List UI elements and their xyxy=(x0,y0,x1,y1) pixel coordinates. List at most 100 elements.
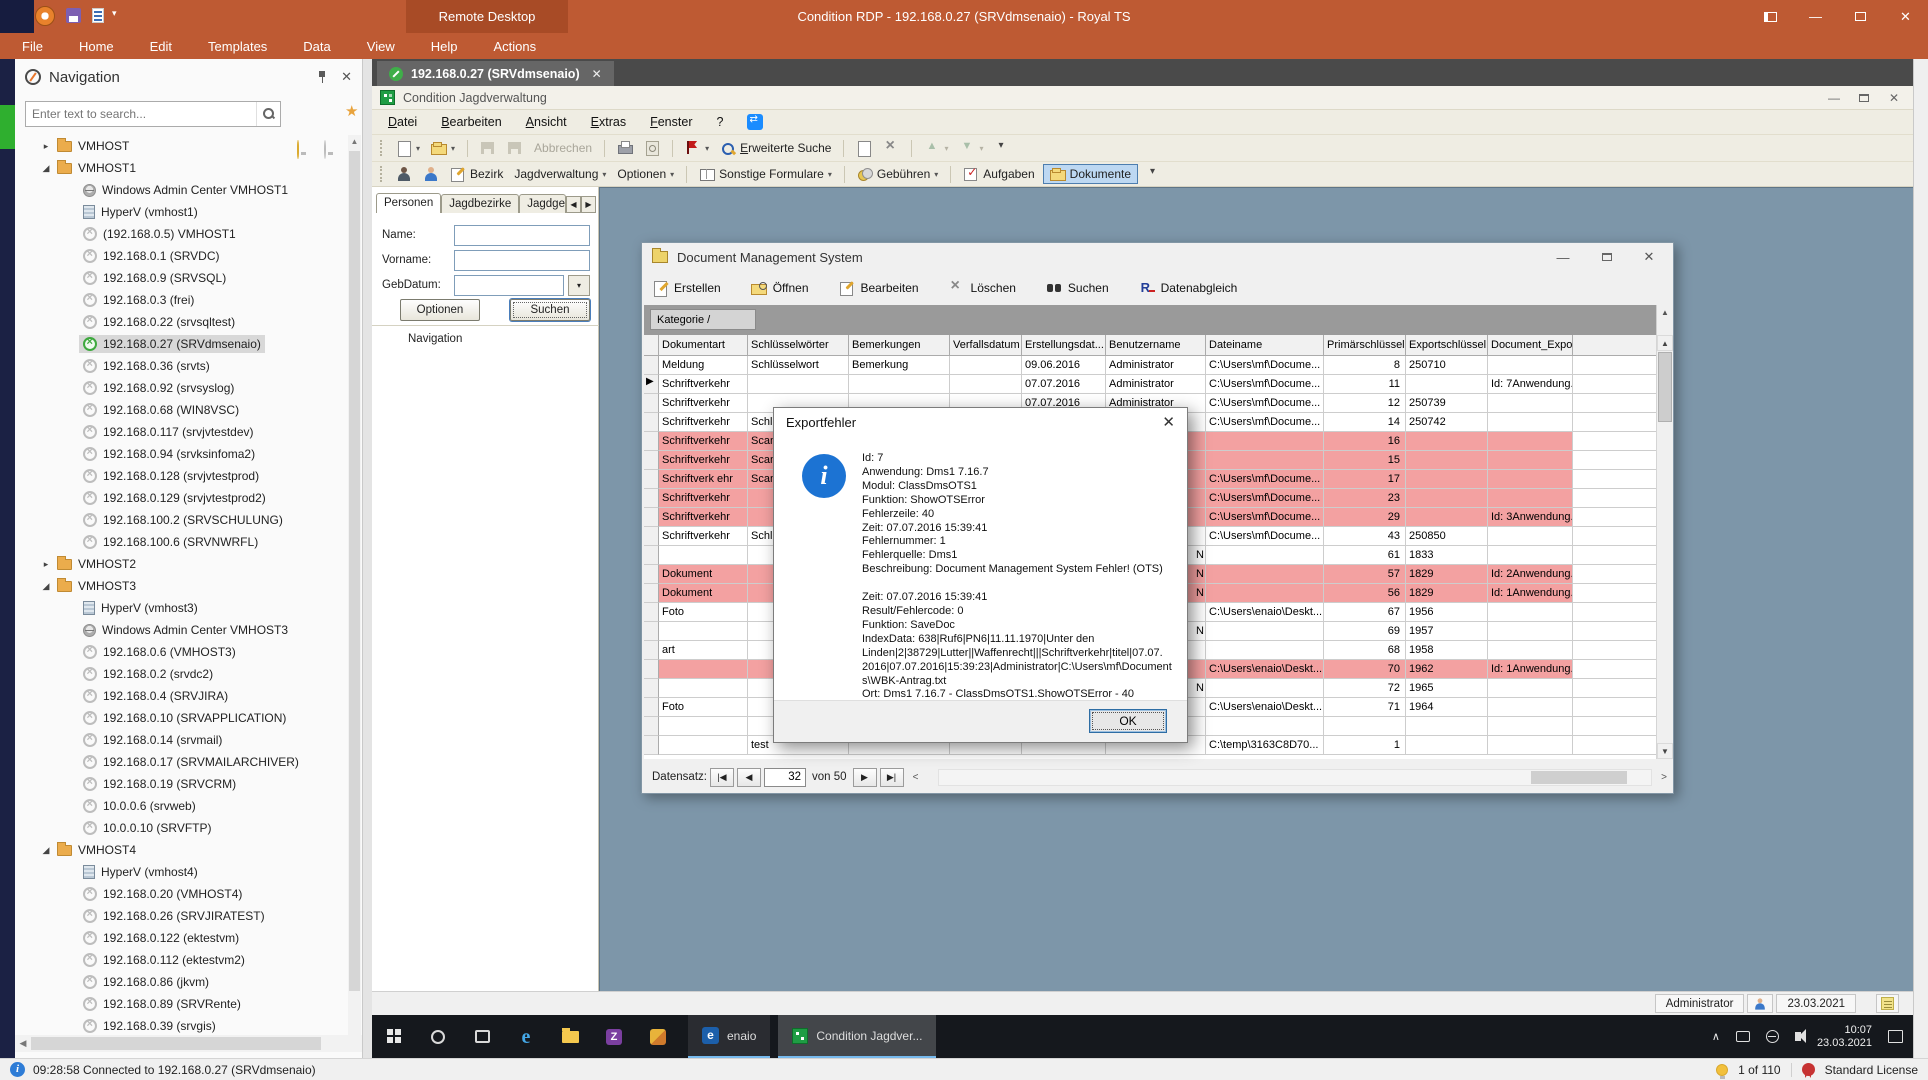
tree-item[interactable]: Windows Admin Center VMHOST3 xyxy=(15,619,345,641)
tree-item[interactable]: 192.168.0.1 (SRVDC) xyxy=(15,245,345,267)
tree-item[interactable]: 192.168.0.26 (SRVJIRATEST) xyxy=(15,905,345,927)
tab-jagdbezirke[interactable]: Jagdbezirke xyxy=(441,194,519,213)
column-header[interactable] xyxy=(644,335,659,356)
tree-item[interactable]: 192.168.100.2 (SRVSCHULUNG) xyxy=(15,509,345,531)
record-next-button[interactable]: ▶ xyxy=(853,768,877,787)
column-header[interactable] xyxy=(1573,335,1658,356)
dms-scroll-up-corner[interactable]: ▲ xyxy=(1656,305,1673,335)
taskbar-clock[interactable]: 10:0723.03.2021 xyxy=(1817,1024,1872,1050)
tree-item[interactable]: ◢VMHOST1 xyxy=(15,157,345,179)
dms-group-category[interactable]: Kategorie / xyxy=(650,309,756,330)
app-close-button[interactable]: ✕ xyxy=(1879,88,1909,108)
minimize-button[interactable]: — xyxy=(1793,0,1838,33)
tree-item[interactable]: 192.168.0.6 (VMHOST3) xyxy=(15,641,345,663)
column-header[interactable]: Dateiname xyxy=(1206,335,1324,356)
name-input[interactable] xyxy=(454,225,590,246)
search-circle-button[interactable] xyxy=(416,1015,460,1058)
column-header[interactable]: Benutzername xyxy=(1106,335,1206,356)
toolbar-grip[interactable] xyxy=(380,166,384,182)
suchen-button[interactable]: Suchen xyxy=(1046,280,1109,296)
save-button[interactable] xyxy=(477,138,499,158)
person-dark-button[interactable] xyxy=(393,164,415,184)
column-header[interactable]: Bemerkungen xyxy=(849,335,950,356)
expanded-icon[interactable]: ◢ xyxy=(39,845,53,856)
move-down-button[interactable]: ▾ xyxy=(957,138,987,158)
app-menu-Bearbeiten[interactable]: Bearbeiten xyxy=(441,115,501,129)
tab-scroll-right-button[interactable]: ▶ xyxy=(581,196,596,213)
dropdown-caret-icon[interactable]: ▾ xyxy=(934,170,938,179)
tree-item[interactable]: 192.168.0.94 (srvksinfoma2) xyxy=(15,443,345,465)
hscroll-left-icon[interactable]: < xyxy=(907,772,925,783)
column-header[interactable]: Exportschlüssel xyxy=(1406,335,1488,356)
tree-item[interactable]: 192.168.0.36 (srvts) xyxy=(15,355,345,377)
tree-item[interactable]: 192.168.0.39 (srvgis) xyxy=(15,1015,345,1037)
erstellen-button[interactable]: Erstellen xyxy=(652,280,721,296)
tree-item[interactable]: ◢VMHOST3 xyxy=(15,575,345,597)
ribbon-context-tab[interactable]: Remote Desktop Connection xyxy=(406,0,568,33)
print-button[interactable] xyxy=(614,138,636,158)
flag-button[interactable]: ▾ xyxy=(682,138,712,158)
menu-item-actions[interactable]: Actions xyxy=(493,39,536,54)
gebdatum-input[interactable] xyxy=(454,275,564,296)
edge-button[interactable]: e xyxy=(504,1015,548,1058)
tree-item[interactable]: ▸VMHOST2 xyxy=(15,553,345,575)
dms-maximize-button[interactable] xyxy=(1593,247,1621,267)
table-row[interactable]: MeldungSchlüsselwortBemerkung09.06.2016A… xyxy=(644,356,1658,375)
dropdown-caret-icon[interactable]: ▾ xyxy=(670,170,674,179)
tree-item[interactable]: 192.168.0.89 (SRVRente) xyxy=(15,993,345,1015)
taskbar-button-condition-jagdver-[interactable]: Condition Jagdver... xyxy=(778,1015,936,1058)
tree-item[interactable]: 192.168.0.20 (VMHOST4) xyxy=(15,883,345,905)
table-row[interactable]: ▶Schriftverkehr07.07.2016AdministratorC:… xyxy=(644,375,1658,394)
tree-item[interactable]: 192.168.0.92 (srvsyslog) xyxy=(15,377,345,399)
close-panel-icon[interactable]: ✕ xyxy=(341,69,352,85)
menu-item-edit[interactable]: Edit xyxy=(150,39,172,54)
tree-item[interactable]: 192.168.0.27 (SRVdmsenaio) xyxy=(15,333,345,355)
overflow-button[interactable] xyxy=(1143,164,1165,184)
column-header[interactable]: Erstellungsdat... xyxy=(1022,335,1106,356)
dialog-close-icon[interactable]: ✕ xyxy=(1162,413,1175,431)
tree-item[interactable]: 192.168.0.4 (SRVJIRA) xyxy=(15,685,345,707)
x-delete-button[interactable] xyxy=(880,138,902,158)
tray-volume-icon[interactable] xyxy=(1795,1032,1801,1041)
person-button[interactable] xyxy=(420,164,442,184)
tree-item[interactable]: 192.168.0.3 (frei) xyxy=(15,289,345,311)
tab-jagdgenossen[interactable]: Jagdgenossen xyxy=(519,194,566,213)
dms-vertical-scrollbar[interactable]: ▲▼ xyxy=(1656,335,1673,759)
optionen-button[interactable]: Optionen▾ xyxy=(614,165,677,183)
menu-item-home[interactable]: Home xyxy=(79,39,114,54)
l-schen-button[interactable]: Löschen xyxy=(949,280,1016,296)
jagdverwaltung-button[interactable]: Jagdverwaltung▾ xyxy=(511,165,609,183)
tab-personen[interactable]: Personen xyxy=(376,193,441,213)
tab-scroll-left-button[interactable]: ◀ xyxy=(566,196,581,213)
search-button[interactable] xyxy=(256,102,280,126)
tree-vertical-scrollbar[interactable]: ▲ xyxy=(348,135,361,1035)
tree-item[interactable]: (192.168.0.5) VMHOST1 xyxy=(15,223,345,245)
dropdown-caret-icon[interactable]: ▾ xyxy=(602,170,606,179)
toolbar-grip[interactable] xyxy=(380,140,384,156)
tree-item[interactable]: 192.168.0.129 (srvjvtestprod2) xyxy=(15,487,345,509)
tree-item[interactable]: HyperV (vmhost3) xyxy=(15,597,345,619)
column-header[interactable]: Schlüsselwörter xyxy=(748,335,849,356)
tree-item[interactable]: ▸VMHOST xyxy=(15,135,345,157)
purple-app-button[interactable]: Z xyxy=(592,1015,636,1058)
suchen-button[interactable]: Suchen xyxy=(510,299,590,321)
task-view-button[interactable] xyxy=(460,1015,504,1058)
open-folder-button[interactable]: ▾ xyxy=(428,138,458,158)
tree-item[interactable]: 192.168.0.86 (jkvm) xyxy=(15,971,345,993)
app-menu-Extras[interactable]: Extras xyxy=(591,115,626,129)
pin-icon[interactable] xyxy=(317,70,327,84)
datenabgleich-button[interactable]: Datenabgleich xyxy=(1139,280,1238,296)
form-button[interactable] xyxy=(853,138,875,158)
overflow-button[interactable] xyxy=(992,138,1014,158)
record-number-input[interactable] xyxy=(764,768,806,787)
menu-item-templates[interactable]: Templates xyxy=(208,39,267,54)
dropdown-caret-icon[interactable]: ▾ xyxy=(828,170,832,179)
app-menu-Datei[interactable]: Datei xyxy=(388,115,417,129)
record-last-button[interactable]: ▶| xyxy=(880,768,904,787)
tree-item[interactable]: Windows Admin Center VMHOST1 xyxy=(15,179,345,201)
maximize-button[interactable] xyxy=(1838,0,1883,33)
menu-item-help[interactable]: Help xyxy=(431,39,458,54)
quick-access-caret-icon[interactable]: ▾ xyxy=(112,8,117,19)
tree-item[interactable]: 192.168.0.14 (srvmail) xyxy=(15,729,345,751)
app-maximize-button[interactable] xyxy=(1849,88,1879,108)
